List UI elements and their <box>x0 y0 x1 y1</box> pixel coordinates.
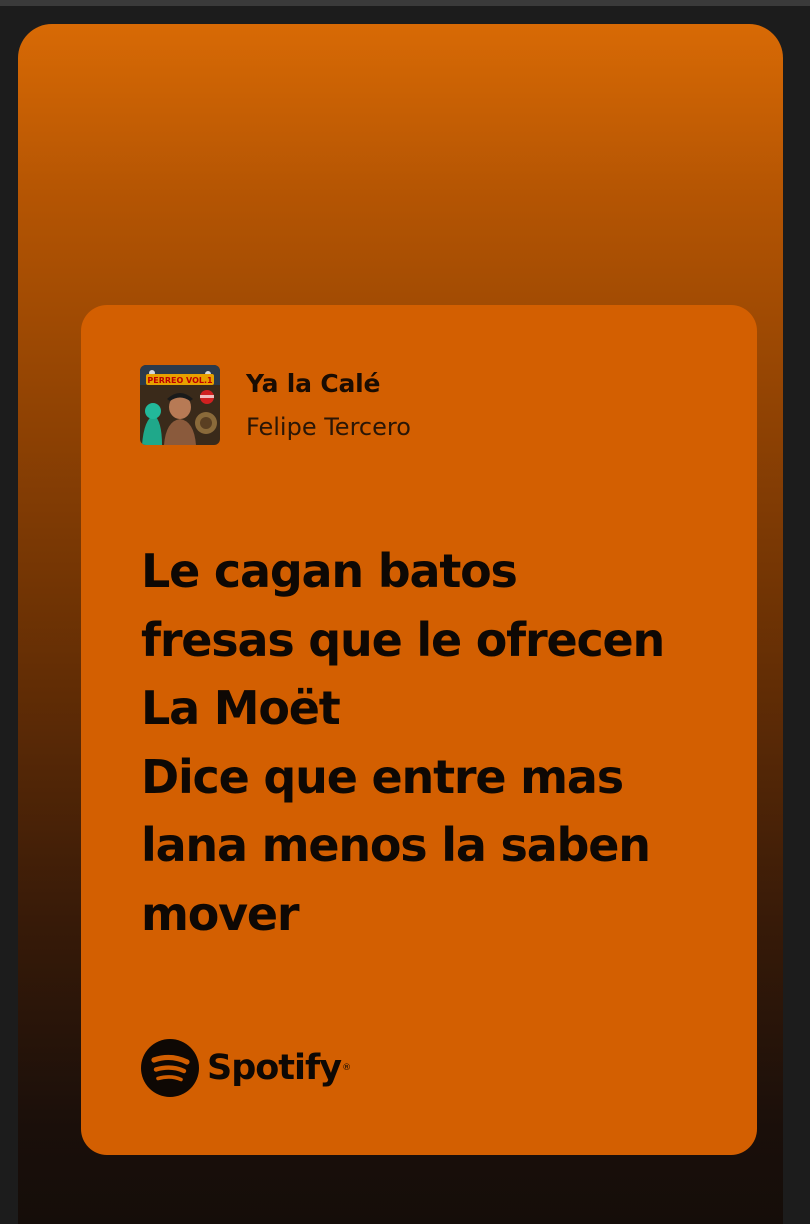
lyric-line: mover <box>141 886 300 941</box>
album-cover: PERREO VOL.1 <box>140 365 220 445</box>
share-background: PERREO VOL.1 Ya la Calé Felipe Tercero L… <box>18 24 783 1224</box>
spotify-icon <box>141 1039 199 1097</box>
trademark-symbol: ® <box>342 1063 352 1073</box>
spotify-logo[interactable]: Spotify ® <box>141 1038 351 1098</box>
lyric-line: lana menos la saben <box>141 818 651 872</box>
album-cover-text: PERREO VOL.1 <box>147 376 213 385</box>
lyric-line: Dice que entre mas <box>141 749 624 804</box>
track-title: Ya la Calé <box>246 369 381 398</box>
lyrics-block: Le cagan batos fresas que le ofrecen La … <box>141 537 741 948</box>
lyric-line: Le cagan batos <box>141 544 518 598</box>
track-artist: Felipe Tercero <box>246 413 411 441</box>
lyric-line: La Moët <box>141 681 341 735</box>
lyric-line: fresas que le ofrecen <box>141 612 665 667</box>
lyrics-share-card[interactable]: PERREO VOL.1 Ya la Calé Felipe Tercero L… <box>81 305 757 1155</box>
spotify-wordmark: Spotify <box>207 1048 342 1088</box>
window-top-strip <box>0 0 810 6</box>
